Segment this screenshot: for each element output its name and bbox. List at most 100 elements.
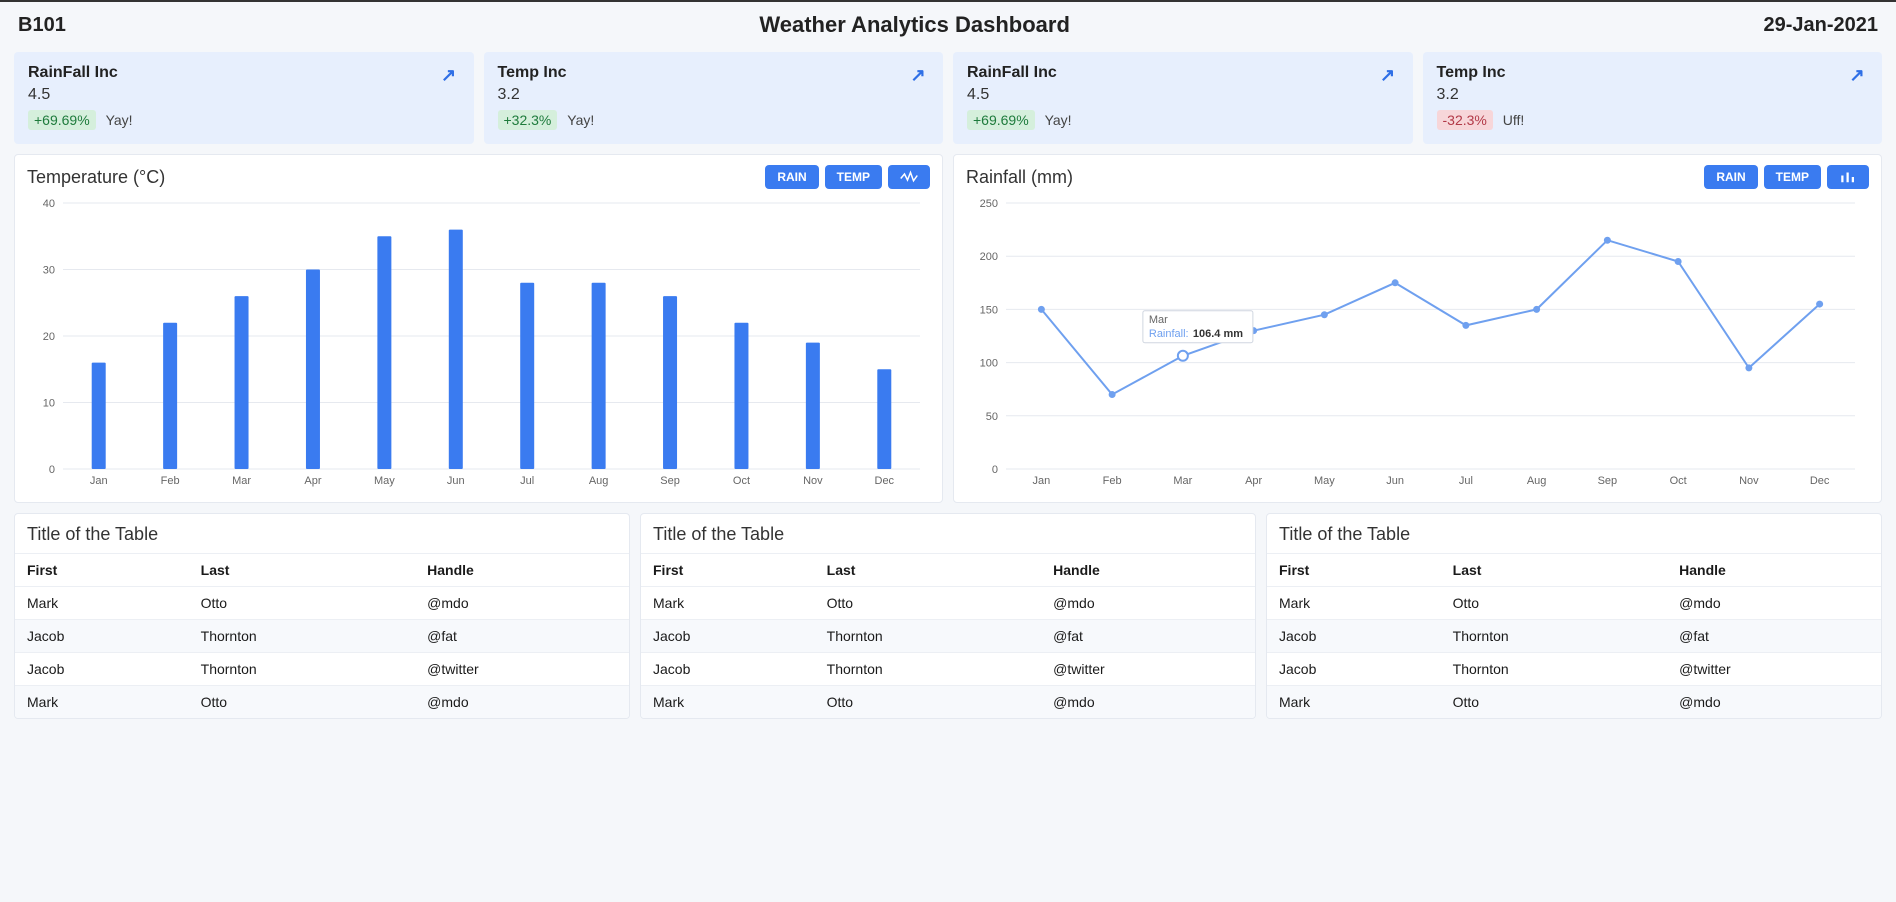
- table-cell: Thornton: [1441, 620, 1668, 653]
- svg-text:50: 50: [986, 411, 998, 423]
- table-cell: @mdo: [1041, 686, 1255, 719]
- chart-mode-bar-icon[interactable]: [1827, 165, 1869, 189]
- svg-text:Mar: Mar: [232, 475, 251, 487]
- arrow-up-right-icon[interactable]: ↗: [905, 62, 931, 88]
- table-cell: @twitter: [1667, 653, 1881, 686]
- rainfall-chart-title: Rainfall (mm): [966, 167, 1073, 188]
- card-delta-badge: -32.3%: [1437, 110, 1493, 130]
- chart-mode-line-icon[interactable]: [888, 165, 930, 189]
- svg-text:Jan: Jan: [90, 475, 108, 487]
- table-row: MarkOtto@mdo: [1267, 686, 1881, 719]
- card-title: Temp Inc: [1437, 64, 1869, 82]
- header-date: 29-Jan-2021: [1763, 14, 1878, 37]
- table-cell: @fat: [415, 620, 629, 653]
- svg-text:Nov: Nov: [1739, 475, 1759, 487]
- arrow-up-right-icon[interactable]: ↗: [436, 62, 462, 88]
- table-panel: Title of the TableFirstLastHandleMarkOtt…: [1266, 513, 1882, 719]
- rain-button[interactable]: RAIN: [765, 165, 818, 189]
- table-cell: @mdo: [1041, 587, 1255, 620]
- svg-text:Feb: Feb: [1103, 475, 1122, 487]
- table-header: First: [641, 554, 815, 587]
- rainfall-line-chart: 050100150200250JanFebMarAprMayJunJulAugS…: [966, 193, 1869, 493]
- table-title: Title of the Table: [1267, 514, 1881, 553]
- card-note: Yay!: [1045, 112, 1072, 128]
- table-panel: Title of the TableFirstLastHandleMarkOtt…: [14, 513, 630, 719]
- temp-button[interactable]: TEMP: [1764, 165, 1821, 189]
- temperature-chart-panel: Temperature (°C) RAIN TEMP 010203040JanF…: [14, 154, 943, 503]
- svg-text:30: 30: [43, 265, 55, 277]
- table-title: Title of the Table: [15, 514, 629, 553]
- svg-text:Feb: Feb: [161, 475, 180, 487]
- table-cell: Thornton: [815, 620, 1042, 653]
- table-header: Last: [815, 554, 1042, 587]
- table-header: Last: [1441, 554, 1668, 587]
- table-cell: Thornton: [189, 653, 416, 686]
- table-header: Handle: [415, 554, 629, 587]
- card-note: Yay!: [567, 112, 594, 128]
- table-cell: Mark: [1267, 587, 1441, 620]
- svg-text:Mar: Mar: [1173, 475, 1192, 487]
- svg-text:Dec: Dec: [1810, 475, 1830, 487]
- table-cell: @fat: [1667, 620, 1881, 653]
- table-row: MarkOtto@mdo: [15, 587, 629, 620]
- temp-button[interactable]: TEMP: [825, 165, 882, 189]
- rain-button[interactable]: RAIN: [1704, 165, 1757, 189]
- table-cell: Mark: [1267, 686, 1441, 719]
- table-row: JacobThornton@twitter: [15, 653, 629, 686]
- tables-row: Title of the TableFirstLastHandleMarkOtt…: [0, 503, 1896, 733]
- table-header: First: [15, 554, 189, 587]
- table-row: MarkOtto@mdo: [641, 686, 1255, 719]
- svg-text:200: 200: [980, 251, 998, 263]
- svg-text:May: May: [374, 475, 395, 487]
- summary-card: ↗ RainFall Inc 4.5 +69.69% Yay!: [953, 52, 1413, 144]
- svg-text:Jul: Jul: [1459, 475, 1473, 487]
- svg-text:20: 20: [43, 331, 55, 343]
- summary-card: ↗ Temp Inc 3.2 +32.3% Yay!: [484, 52, 944, 144]
- svg-text:May: May: [1314, 475, 1335, 487]
- card-title: RainFall Inc: [967, 64, 1399, 82]
- svg-text:Oct: Oct: [1670, 475, 1687, 487]
- table-row: JacobThornton@fat: [641, 620, 1255, 653]
- svg-text:Sep: Sep: [1598, 475, 1618, 487]
- card-delta-badge: +32.3%: [498, 110, 558, 130]
- table-cell: Thornton: [1441, 653, 1668, 686]
- arrow-up-right-icon[interactable]: ↗: [1375, 62, 1401, 88]
- svg-text:Dec: Dec: [875, 475, 895, 487]
- table-title: Title of the Table: [641, 514, 1255, 553]
- svg-text:Sep: Sep: [660, 475, 680, 487]
- table-row: MarkOtto@mdo: [15, 686, 629, 719]
- page-header: B101 Weather Analytics Dashboard 29-Jan-…: [0, 2, 1896, 52]
- table-cell: Otto: [815, 686, 1042, 719]
- table-cell: Thornton: [815, 653, 1042, 686]
- table-cell: Otto: [189, 686, 416, 719]
- data-table: FirstLastHandleMarkOtto@mdoJacobThornton…: [1267, 553, 1881, 718]
- card-value: 3.2: [1437, 86, 1869, 104]
- card-note: Uff!: [1503, 112, 1525, 128]
- table-header: Handle: [1667, 554, 1881, 587]
- svg-text:106.4 mm: 106.4 mm: [1193, 328, 1243, 340]
- header-id: B101: [18, 14, 66, 37]
- svg-text:Jul: Jul: [520, 475, 534, 487]
- svg-text:250: 250: [980, 198, 998, 210]
- table-row: JacobThornton@fat: [15, 620, 629, 653]
- card-value: 4.5: [28, 86, 460, 104]
- data-table: FirstLastHandleMarkOtto@mdoJacobThornton…: [641, 553, 1255, 718]
- table-header: First: [1267, 554, 1441, 587]
- table-cell: Jacob: [1267, 620, 1441, 653]
- arrow-up-right-icon[interactable]: ↗: [1844, 62, 1870, 88]
- table-row: MarkOtto@mdo: [641, 587, 1255, 620]
- table-cell: @mdo: [415, 686, 629, 719]
- table-cell: @twitter: [1041, 653, 1255, 686]
- table-cell: Jacob: [15, 653, 189, 686]
- svg-text:Aug: Aug: [589, 475, 609, 487]
- table-cell: Mark: [641, 686, 815, 719]
- svg-text:Jun: Jun: [447, 475, 465, 487]
- temperature-chart-title: Temperature (°C): [27, 167, 165, 188]
- svg-text:Jan: Jan: [1033, 475, 1051, 487]
- svg-text:10: 10: [43, 398, 55, 410]
- table-cell: Jacob: [15, 620, 189, 653]
- svg-text:150: 150: [980, 304, 998, 316]
- card-delta-badge: +69.69%: [967, 110, 1035, 130]
- temperature-bar-chart: 010203040JanFebMarAprMayJunJulAugSepOctN…: [27, 193, 930, 493]
- table-row: MarkOtto@mdo: [1267, 587, 1881, 620]
